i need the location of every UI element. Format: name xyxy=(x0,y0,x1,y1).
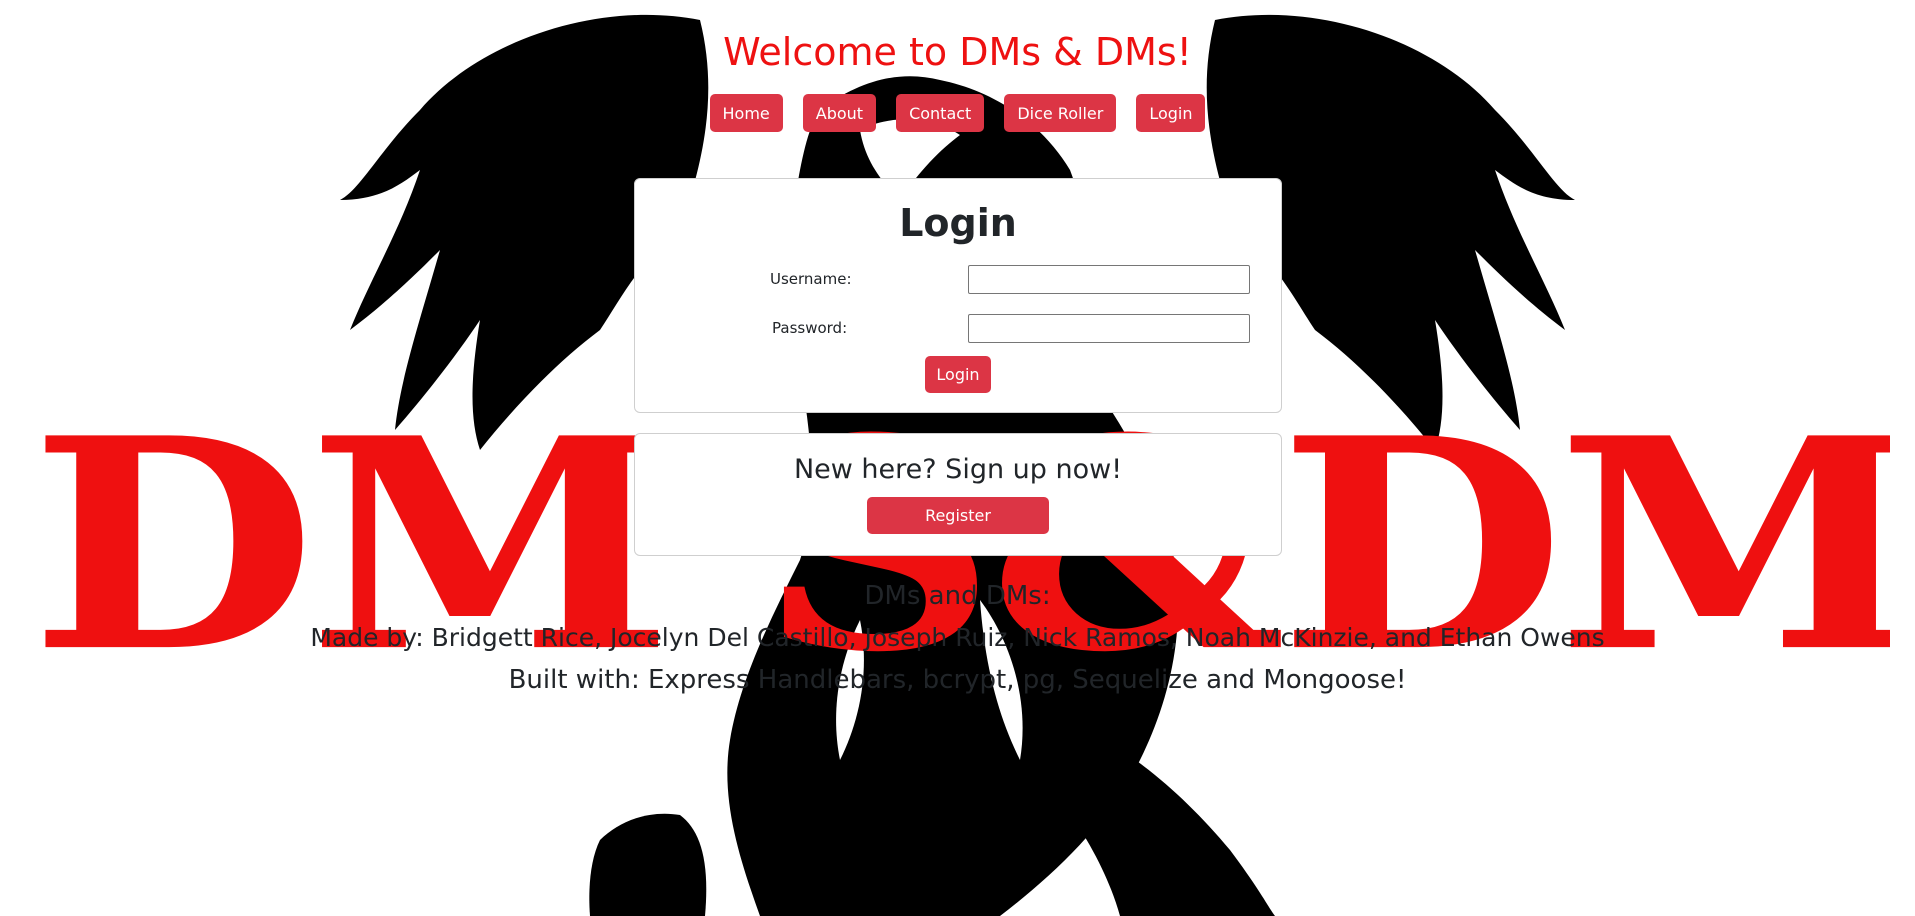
login-card: Login Username: Password: Login xyxy=(634,178,1282,413)
password-input[interactable] xyxy=(968,314,1250,343)
signup-card: New here? Sign up now! Register xyxy=(634,433,1282,556)
site-title: Welcome to DMs & DMs! xyxy=(723,30,1192,74)
footer-credits: Made by: Bridgett Rice, Jocelyn Del Cast… xyxy=(310,623,1605,652)
nav-home-button[interactable]: Home xyxy=(709,94,783,132)
footer-built-with: Built with: Express Handlebars, bcrypt, … xyxy=(508,665,1407,695)
username-input[interactable] xyxy=(968,265,1250,294)
username-label: Username: xyxy=(770,270,852,288)
nav-login-button[interactable]: Login xyxy=(1136,94,1206,132)
signup-heading: New here? Sign up now! xyxy=(793,454,1123,485)
nav-contact-button[interactable]: Contact xyxy=(896,94,985,132)
nav-dice-roller-button[interactable]: Dice Roller xyxy=(1004,94,1117,132)
footer-title: DMs and DMs: xyxy=(864,581,1051,611)
register-button[interactable]: Register xyxy=(867,497,1049,534)
nav-about-button[interactable]: About xyxy=(802,94,877,132)
page: DM'S & DM'S Welcome to DMs & DMs! Home A… xyxy=(0,0,1915,916)
login-submit-button[interactable]: Login xyxy=(925,356,991,393)
main-nav: Home About Contact Dice Roller Login xyxy=(0,94,1915,132)
main-content: Welcome to DMs & DMs! Home About Contact… xyxy=(0,0,1915,916)
password-label: Password: xyxy=(772,319,848,337)
login-heading: Login xyxy=(899,201,1017,245)
